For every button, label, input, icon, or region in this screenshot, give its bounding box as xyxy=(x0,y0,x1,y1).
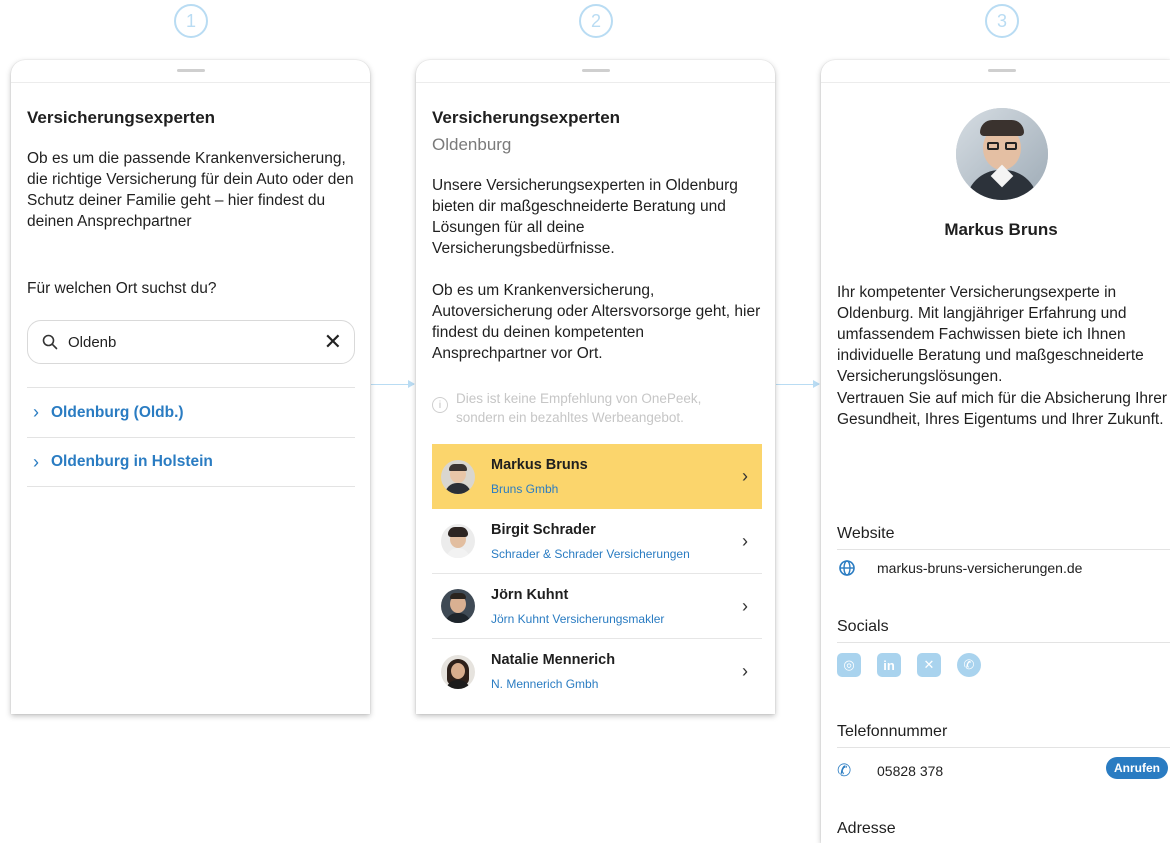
xing-icon[interactable]: ✕ xyxy=(917,653,941,677)
location-result-label: Oldenburg (Oldb.) xyxy=(51,403,184,421)
phone-heading: Telefonnummer xyxy=(837,723,1170,748)
chevron-right-icon: › xyxy=(742,530,748,551)
disclaimer-text: Dies ist keine Empfehlung von OnePeek, s… xyxy=(456,391,702,425)
chevron-right-icon: › xyxy=(742,595,748,616)
step-number-1: 1 xyxy=(174,4,208,38)
website-link[interactable]: markus-bruns-versicherungen.de xyxy=(837,559,1082,577)
divider xyxy=(416,82,775,83)
step-number-2: 2 xyxy=(579,4,613,38)
socials-heading: Socials xyxy=(837,618,1170,643)
clear-search-icon[interactable]: ✕ xyxy=(324,329,342,355)
social-links: ◎ in ✕ ✆ xyxy=(837,653,997,677)
chevron-right-icon: › xyxy=(33,402,39,422)
website-heading: Website xyxy=(837,525,1170,550)
avatar xyxy=(441,524,475,558)
avatar xyxy=(441,654,475,689)
drag-handle[interactable] xyxy=(581,69,610,72)
expert-name: Natalie Mennerich xyxy=(491,652,616,668)
search-query[interactable]: Oldenb xyxy=(68,334,324,351)
expert-list-item[interactable]: Markus Bruns Bruns Gmbh › xyxy=(432,444,762,509)
expert-list-item[interactable]: Jörn Kuhnt Jörn Kuhnt Versicherungsmakle… xyxy=(432,574,762,639)
location-question: Für welchen Ort suchst du? xyxy=(27,280,217,297)
whatsapp-icon[interactable]: ✆ xyxy=(957,653,981,677)
step-number-3: 3 xyxy=(985,4,1019,38)
location-result[interactable]: › Oldenburg (Oldb.) xyxy=(27,387,355,437)
sheet-title: Versicherungsexperten xyxy=(27,108,216,127)
bio-text-2: Vertrauen Sie auf mich für die Absicheru… xyxy=(837,390,1167,428)
expert-name: Markus Bruns xyxy=(944,220,1058,239)
phone-number: 05828 378 xyxy=(877,763,944,779)
location-result[interactable]: › Oldenburg in Holstein xyxy=(27,437,355,487)
expert-list-item[interactable]: Natalie Mennerich N. Mennerich Gmbh › xyxy=(432,639,762,704)
search-icon xyxy=(42,334,58,350)
intro-text-2: Ob es um Krankenversicherung, Autoversic… xyxy=(432,282,761,362)
drag-handle[interactable] xyxy=(988,69,1016,72)
intro-text: Ob es um die passende Krankenversicherun… xyxy=(27,150,354,230)
expert-name: Birgit Schrader xyxy=(491,521,596,538)
avatar xyxy=(441,589,475,623)
location-search-input[interactable]: Oldenb ✕ xyxy=(27,320,355,364)
instagram-icon[interactable]: ◎ xyxy=(837,653,861,677)
bio-text: Ihr kompetenter Versicherungsexperte in … xyxy=(837,284,1144,385)
phone-row: ✆ 05828 378 xyxy=(837,761,943,781)
chevron-right-icon: › xyxy=(742,661,748,681)
call-button[interactable]: Anrufen xyxy=(1106,757,1168,779)
chevron-right-icon: › xyxy=(33,451,39,472)
address-heading: Adresse xyxy=(837,820,896,837)
expert-name: Jörn Kuhnt xyxy=(491,586,569,603)
divider xyxy=(11,82,370,83)
intro-text: Unsere Versicherungsexperten in Oldenbur… xyxy=(432,177,738,257)
website-url: markus-bruns-versicherungen.de xyxy=(877,560,1083,576)
divider xyxy=(821,82,1170,83)
avatar xyxy=(441,459,475,494)
linkedin-icon[interactable]: in xyxy=(877,653,901,677)
expert-company: Jörn Kuhnt Versicherungsmakler xyxy=(491,611,665,626)
flow-arrow-1 xyxy=(371,380,415,388)
expert-company: N. Mennerich Gmbh xyxy=(491,677,599,691)
expert-name: Markus Bruns xyxy=(491,457,588,473)
location-search-sheet: Versicherungsexperten Ob es um die passe… xyxy=(11,60,370,714)
info-icon: i xyxy=(432,397,448,413)
flow-arrow-2 xyxy=(776,380,820,388)
expert-company: Schrader & Schrader Versicherungen xyxy=(491,546,690,561)
sheet-title: Versicherungsexperten xyxy=(432,108,621,127)
phone-icon: ✆ xyxy=(837,761,852,780)
expert-company: Bruns Gmbh xyxy=(491,482,559,496)
location-subtitle: Oldenburg xyxy=(432,135,512,154)
location-result-label: Oldenburg in Holstein xyxy=(51,453,213,470)
ad-disclaimer: i Dies ist keine Empfehlung von OnePeek,… xyxy=(432,389,752,427)
expert-profile-sheet: Markus Bruns Ihr kompetenter Versicherun… xyxy=(821,60,1170,843)
expert-list-sheet: Versicherungsexperten Oldenburg Unsere V… xyxy=(416,60,775,714)
globe-icon xyxy=(839,560,855,576)
profile-photo xyxy=(956,108,1048,200)
chevron-right-icon: › xyxy=(742,466,748,486)
drag-handle[interactable] xyxy=(176,69,205,72)
expert-list-item[interactable]: Birgit Schrader Schrader & Schrader Vers… xyxy=(432,509,762,574)
